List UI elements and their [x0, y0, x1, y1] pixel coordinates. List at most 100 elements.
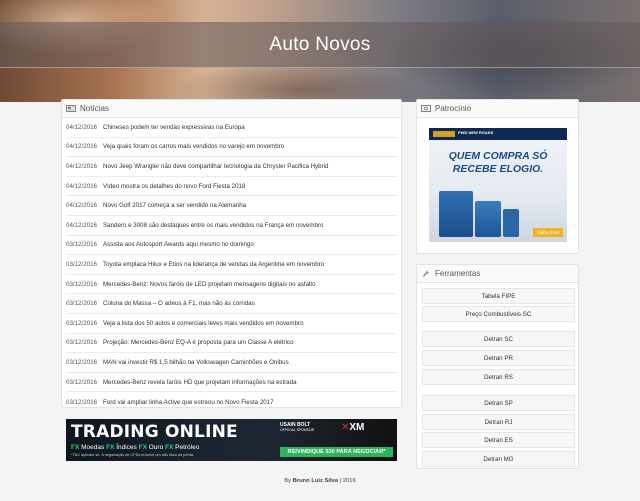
trading-title: TRADING ONLINE [71, 422, 238, 442]
news-date: 04/12/2016 [66, 182, 97, 190]
trading-disclaimer: *T&C aplicam-se. A negociação de CFDs en… [71, 453, 195, 457]
sponsor-ad[interactable]: FIND NEW ROADS QUEM COMPRA SÓ RECEBE ELO… [429, 128, 567, 242]
list-item[interactable]: 03/12/2016 Ford vai ampliar linha Active … [66, 392, 397, 412]
news-link[interactable]: Veja a lista dos 50 autos e comerciais l… [103, 320, 304, 327]
tools-heading: Ferramentas [435, 268, 481, 278]
trading-item: Ouro [148, 444, 164, 451]
news-heading: Notícias [80, 103, 109, 113]
news-date: 03/12/2016 [66, 260, 97, 268]
trading-items: FX Moedas FX Índices FX Ouro FX Petróleo [71, 444, 199, 451]
list-item[interactable]: 04/12/2016 Veja quais foram os carros mai… [66, 138, 397, 158]
wrench-icon [423, 270, 430, 277]
tool-tabela-fipe[interactable]: Tabela FIPE [422, 288, 575, 304]
list-item[interactable]: 04/12/2016 Vídeo mostra os detalhes do no… [66, 177, 397, 197]
tool-detran-sp[interactable]: Detran SP [422, 395, 575, 411]
ad-brand: FIND NEW ROADS [458, 130, 494, 135]
news-date: 03/12/2016 [66, 319, 97, 327]
tools-panel-header: Ferramentas [417, 265, 578, 283]
news-link[interactable]: Sandero e 3008 são destaques entre os ma… [103, 222, 323, 229]
header-hero: Auto Novos [0, 0, 640, 102]
list-item[interactable]: 03/12/2016 Assista aos Autosport Awards a… [66, 236, 397, 256]
trading-item: Petróleo [175, 444, 200, 451]
news-date: 04/12/2016 [66, 143, 97, 151]
trading-banner-ad[interactable]: TRADING ONLINE FX Moedas FX Índices FX O… [66, 419, 397, 461]
ad-more-button[interactable]: Saiba mais [533, 228, 563, 237]
news-panel-header: Notícias [62, 100, 401, 118]
product-image [475, 201, 501, 237]
news-date: 03/12/2016 [66, 241, 97, 249]
fx-label: FX [165, 444, 174, 451]
news-link[interactable]: Mercedes-Benz: Novos faróis de LED proje… [103, 281, 316, 288]
news-link[interactable]: Novo Jeep Wrangler não deve compartilhar… [103, 163, 329, 170]
ad-headline-line1: QUEM COMPRA SÓ [448, 150, 548, 162]
tools-panel: Ferramentas Tabela FIPE Preço Combustíve… [416, 264, 579, 469]
news-date: 04/12/2016 [66, 123, 97, 131]
news-link[interactable]: Mercedes-Benz revela faróis HD que proje… [103, 379, 297, 386]
news-date: 03/12/2016 [66, 378, 97, 386]
trading-cta-button[interactable]: REIVINDIQUE $30 PARA NEGOCIAR* [280, 447, 393, 457]
ad-headline: QUEM COMPRA SÓ RECEBE ELOGIO. [429, 150, 567, 176]
list-item[interactable]: 03/12/2016 Projeção: Mercedes-Benz EQ-A é… [66, 334, 397, 354]
news-date: 03/12/2016 [66, 280, 97, 288]
tool-detran-rs[interactable]: Detran RS [422, 369, 575, 385]
trading-item: Moedas [81, 444, 105, 451]
news-link[interactable]: Coluna do Massa – O adeus à F1, mas não … [103, 300, 255, 307]
product-image [503, 209, 519, 237]
news-date: 04/12/2016 [66, 221, 97, 229]
fx-label: FX [71, 444, 80, 451]
ad-headline-line2: RECEBE ELOGIO. [452, 163, 544, 175]
sponsor-panel: Patrocínio FIND NEW ROADS QUEM COMPRA SÓ… [416, 99, 579, 254]
footer: By Bruno Luiz Silva | 2016 [0, 478, 640, 484]
list-item[interactable]: 03/12/2016 MAN vai investir R$ 1,5 bilhão… [66, 353, 397, 373]
news-link[interactable]: Chineses podem ter vendas expressivas na… [103, 124, 245, 131]
xm-logo-icon: ✕XM [341, 422, 365, 433]
site-title[interactable]: Auto Novos [0, 22, 640, 68]
sponsor-label: OFFICIAL SPONSOR [280, 428, 315, 432]
news-link[interactable]: Ford vai ampliar linha Active que estreo… [103, 399, 274, 406]
fx-label: FX [106, 444, 115, 451]
news-date: 03/12/2016 [66, 358, 97, 366]
fx-label: FX [138, 444, 147, 451]
footer-year: | 2016 [339, 478, 356, 484]
news-link[interactable]: Toyota emplaca Hilux e Etios na lideranç… [103, 261, 324, 268]
list-item[interactable]: 03/12/2016 Coluna do Massa – O adeus à F1… [66, 294, 397, 314]
tool-detran-pr[interactable]: Detran PR [422, 350, 575, 366]
news-date: 04/12/2016 [66, 202, 97, 210]
trading-item: Índices [116, 444, 137, 451]
product-image [439, 191, 473, 237]
news-date: 03/12/2016 [66, 339, 97, 347]
xm-text: XM [349, 422, 365, 433]
footer-author[interactable]: Bruno Luiz Silva [293, 478, 338, 484]
news-date: 03/12/2016 [66, 398, 97, 406]
sponsor-panel-header: Patrocínio [417, 100, 578, 118]
list-item[interactable]: 03/12/2016 Mercedes-Benz: Novos faróis de… [66, 275, 397, 295]
news-link[interactable]: Assista aos Autosport Awards aqui mesmo … [103, 241, 254, 248]
news-list: 04/12/2016 Chineses podem ter vendas expr… [62, 118, 401, 412]
list-item[interactable]: 03/12/2016 Mercedes-Benz revela faróis HD… [66, 373, 397, 393]
list-item[interactable]: 04/12/2016 Sandero e 3008 são destaques e… [66, 216, 397, 236]
tool-detran-mg[interactable]: Detran MG [422, 451, 575, 467]
newspaper-icon [66, 105, 76, 112]
list-item[interactable]: 04/12/2016 Chineses podem ter vendas expr… [66, 118, 397, 138]
news-link[interactable]: Vídeo mostra os detalhes do novo Ford Fi… [103, 183, 245, 190]
list-item[interactable]: 03/12/2016 Veja a lista dos 50 autos e co… [66, 314, 397, 334]
list-item[interactable]: 04/12/2016 Novo Golf 2017 começa a ser ve… [66, 196, 397, 216]
news-link[interactable]: MAN vai investir R$ 1,5 bilhão na Volksw… [103, 359, 289, 366]
usain-label: USAIN BOLT OFFICIAL SPONSOR [280, 422, 314, 432]
tool-detran-sc[interactable]: Detran SC [422, 331, 575, 347]
news-panel: Notícias 04/12/2016 Chineses podem ter ve… [61, 99, 402, 408]
news-link[interactable]: Veja quais foram os carros mais vendidos… [103, 143, 284, 150]
chevrolet-logo-icon [433, 131, 455, 137]
news-date: 04/12/2016 [66, 162, 97, 170]
money-icon [421, 105, 431, 112]
sponsor-heading: Patrocínio [435, 103, 472, 113]
news-link[interactable]: Projeção: Mercedes-Benz EQ-A é proposta … [103, 339, 294, 346]
footer-prefix: By [284, 478, 292, 484]
tool-detran-es[interactable]: Detran ES [422, 432, 575, 448]
tool-preco-combustiveis[interactable]: Preço Combustíveis SC [422, 306, 575, 322]
tool-detran-rj[interactable]: Detran RJ [422, 414, 575, 430]
news-date: 03/12/2016 [66, 300, 97, 308]
list-item[interactable]: 04/12/2016 Novo Jeep Wrangler não deve co… [66, 157, 397, 177]
news-link[interactable]: Novo Golf 2017 começa a ser vendido na A… [103, 202, 246, 209]
list-item[interactable]: 03/12/2016 Toyota emplaca Hilux e Etios n… [66, 255, 397, 275]
